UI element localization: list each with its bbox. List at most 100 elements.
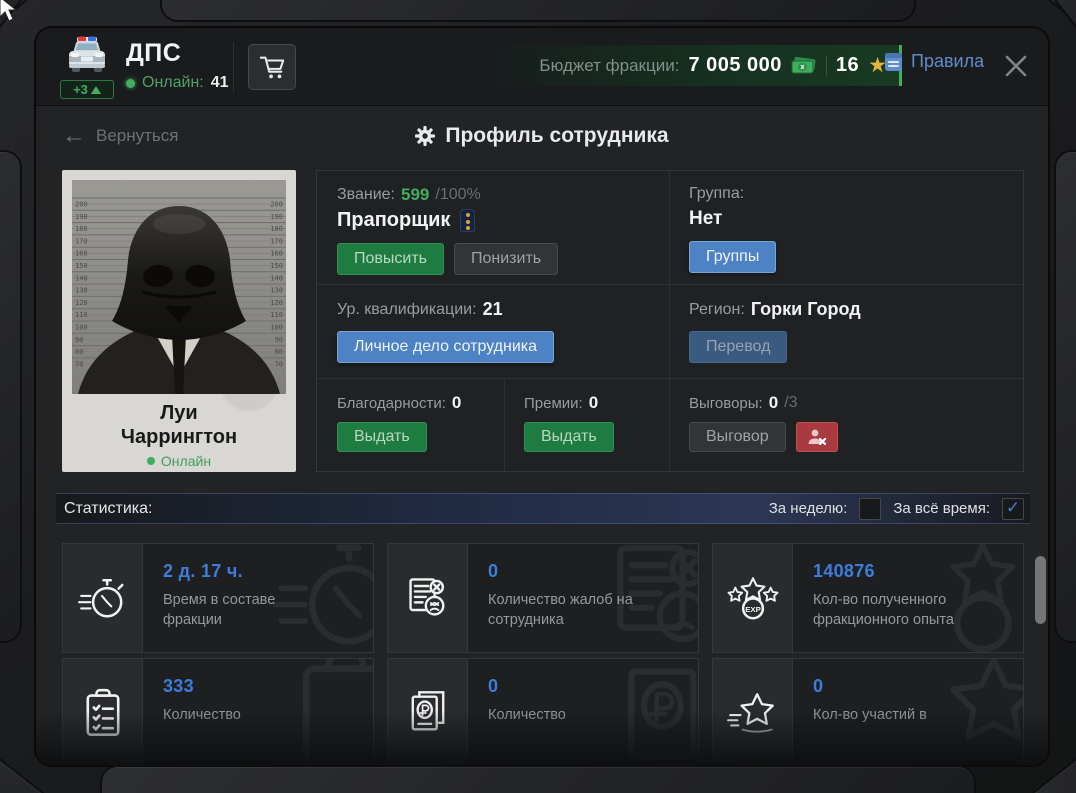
week-checkbox[interactable] bbox=[859, 497, 882, 520]
svg-text:EXP: EXP bbox=[745, 605, 761, 614]
stat-value: 333 bbox=[163, 676, 194, 696]
svg-text:140: 140 bbox=[75, 274, 88, 282]
thanks-value: 0 bbox=[451, 393, 462, 412]
bezel-top bbox=[160, 0, 916, 22]
svg-text:90: 90 bbox=[75, 336, 83, 344]
region-label: Регион: bbox=[689, 300, 745, 318]
rules-book-icon bbox=[885, 53, 902, 71]
group-label: Группа: bbox=[689, 185, 745, 202]
gear-icon bbox=[415, 126, 436, 146]
personal-file-button[interactable]: Личное дело сотрудника bbox=[337, 331, 555, 363]
svg-text:80: 80 bbox=[75, 348, 83, 356]
close-icon bbox=[1005, 55, 1027, 77]
fire-employee-button[interactable] bbox=[795, 422, 838, 452]
stat-value: 0 bbox=[488, 561, 499, 581]
rank-suffix: /100% bbox=[435, 186, 481, 203]
faction-online: Онлайн: 41 bbox=[126, 74, 229, 92]
clipboard-icon bbox=[85, 688, 120, 737]
stat-label: Количество жалоб на сотрудника bbox=[488, 592, 633, 628]
stat-label: Кол-во участий в bbox=[813, 707, 927, 723]
reprimands-section: Выговоры: 0 /3 Выговор bbox=[689, 393, 838, 452]
give-bonus-button[interactable]: Выдать bbox=[524, 422, 614, 452]
employee-name: Луи Чаррингтон bbox=[72, 401, 286, 449]
qualification-label: Ур. квалификации: bbox=[337, 300, 477, 318]
svg-text:200: 200 bbox=[270, 201, 283, 209]
panel-divider bbox=[317, 378, 1023, 379]
reprimands-label: Выговоры: bbox=[689, 394, 763, 412]
stat-card-count-2: 0 Количество bbox=[387, 658, 699, 765]
groups-button[interactable]: Группы bbox=[689, 241, 777, 273]
svg-text:90: 90 bbox=[275, 336, 283, 344]
participation-star-icon bbox=[726, 693, 774, 733]
reprimand-button[interactable]: Выговор bbox=[689, 422, 786, 452]
svg-text:150: 150 bbox=[270, 262, 283, 270]
stat-value: 0 bbox=[813, 676, 824, 696]
alltime-checkbox[interactable] bbox=[1002, 497, 1024, 520]
person-remove-icon bbox=[808, 429, 826, 446]
region-section: Регион: Горки Город Перевод bbox=[689, 299, 861, 363]
qualification-section: Ур. квалификации: 21 Личное дело сотрудн… bbox=[337, 299, 555, 363]
stat-label: Кол-во полученного фракционного опыта bbox=[813, 592, 954, 628]
panel-divider bbox=[317, 284, 1023, 285]
tablet-frame: +3 ДПС Онлайн: 41 Бюджет фракции: 7 005 … bbox=[0, 0, 1076, 793]
transfer-button[interactable]: Перевод bbox=[689, 331, 788, 363]
rank-epaulette-icon bbox=[460, 209, 476, 232]
stat-label: Количество bbox=[163, 707, 241, 723]
svg-text:100: 100 bbox=[270, 324, 283, 332]
employee-info-panel: Звание: 599 /100% Прапорщик Повысить Пон… bbox=[316, 170, 1024, 473]
thanks-label: Благодарности: bbox=[337, 394, 446, 412]
online-dot-icon bbox=[126, 78, 135, 88]
promote-button[interactable]: Повысить bbox=[337, 243, 444, 275]
stat-value: 0 bbox=[488, 676, 499, 696]
panel-divider bbox=[504, 378, 505, 473]
svg-text:100: 100 bbox=[75, 324, 88, 332]
svg-text:130: 130 bbox=[270, 287, 283, 295]
give-thanks-button[interactable]: Выдать bbox=[337, 422, 427, 452]
svg-text:190: 190 bbox=[270, 213, 283, 221]
week-filter-label: За неделю: bbox=[768, 500, 848, 517]
budget-label: Бюджет фракции: bbox=[539, 55, 680, 75]
panel-divider bbox=[669, 171, 670, 378]
close-button[interactable] bbox=[1000, 50, 1032, 82]
svg-text:170: 170 bbox=[270, 237, 283, 245]
stat-card-complaints: 0 Количество жалоб на сотрудника bbox=[387, 543, 699, 653]
svg-text:70: 70 bbox=[275, 360, 283, 368]
svg-text:130: 130 bbox=[75, 287, 88, 295]
level-up-icon bbox=[90, 85, 101, 94]
demote-button[interactable]: Понизить bbox=[454, 243, 559, 275]
page-title-text: Профиль сотрудника bbox=[445, 124, 669, 147]
faction-logo: +3 bbox=[56, 36, 118, 99]
reprimands-value: 0 bbox=[768, 393, 779, 412]
money-icon bbox=[791, 56, 816, 73]
svg-text:80: 80 bbox=[275, 348, 283, 356]
stat-label: Количество bbox=[488, 707, 566, 723]
complaints-icon bbox=[408, 578, 444, 616]
stars-value: 16 bbox=[835, 54, 860, 76]
budget-separator bbox=[825, 55, 827, 76]
group-section: Группа: Нет Группы bbox=[689, 185, 777, 273]
employee-photo-card: 200 200 190 190 180 180 170 170 160 160 150 150 140 1… bbox=[62, 170, 296, 472]
app-header: +3 ДПС Онлайн: 41 Бюджет фракции: 7 005 … bbox=[36, 28, 1048, 106]
svg-text:180: 180 bbox=[75, 225, 88, 233]
panel-divider bbox=[669, 378, 670, 473]
police-car-icon bbox=[69, 36, 105, 72]
shop-cart-button[interactable] bbox=[248, 44, 296, 90]
stat-card-time-in-faction: 2 д. 17 ч. Время в составе фракции bbox=[62, 543, 374, 653]
svg-text:160: 160 bbox=[270, 250, 283, 258]
rank-value: 599 bbox=[401, 185, 430, 204]
stat-value: 140876 bbox=[813, 561, 875, 581]
mouse-cursor-icon bbox=[0, 0, 18, 22]
online-label: Онлайн: bbox=[142, 74, 204, 91]
rules-label: Правила bbox=[911, 51, 985, 71]
bezel-right bbox=[1054, 150, 1076, 643]
rules-button[interactable]: Правила bbox=[884, 51, 984, 72]
stat-card-participation: 0 Кол-во участий в bbox=[712, 658, 1024, 765]
svg-text:200: 200 bbox=[75, 201, 88, 209]
app-window: +3 ДПС Онлайн: 41 Бюджет фракции: 7 005 … bbox=[36, 28, 1048, 765]
statistics-title: Статистика: bbox=[64, 499, 153, 517]
thanks-section: Благодарности: 0 Выдать bbox=[337, 393, 461, 452]
scrollbar-thumb[interactable] bbox=[1035, 556, 1046, 624]
svg-text:120: 120 bbox=[75, 299, 88, 307]
stat-card-count-1: 333 Количество bbox=[62, 658, 374, 765]
alltime-filter-label: За всё время: bbox=[893, 500, 990, 517]
